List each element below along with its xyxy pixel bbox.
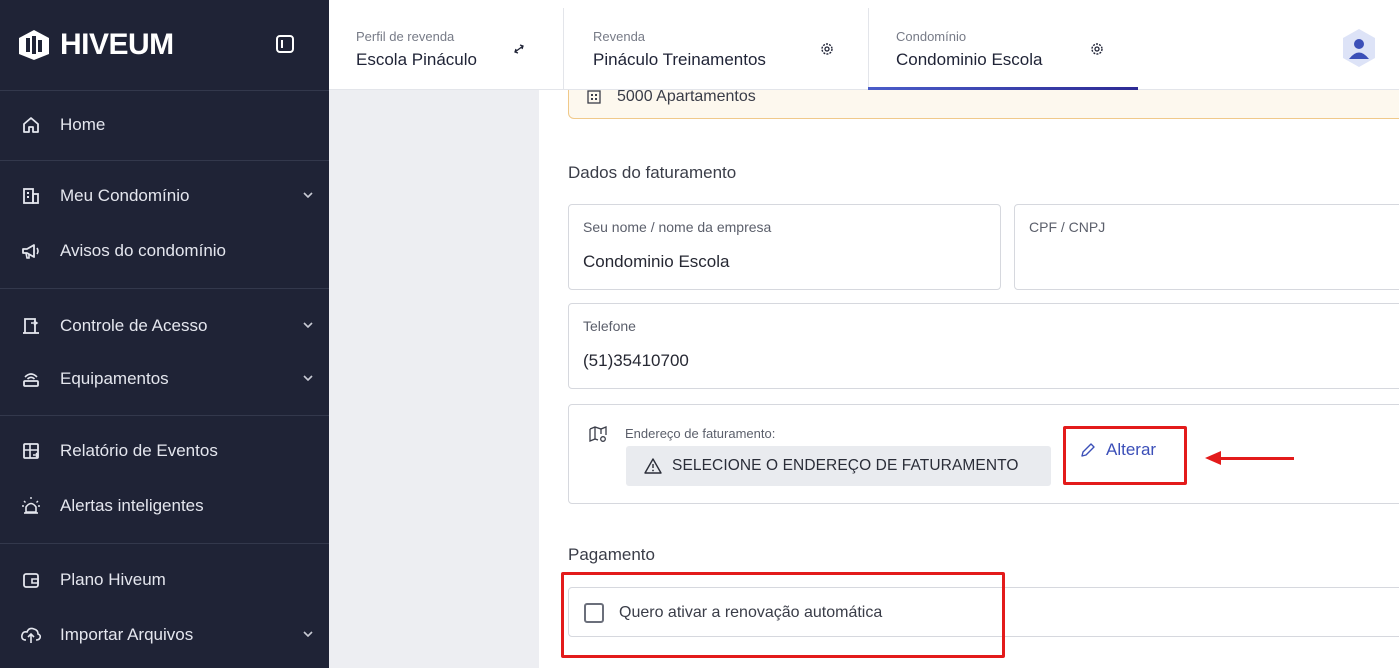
sidebar-item-label: Equipamentos xyxy=(60,369,169,388)
swap-icon[interactable] xyxy=(512,42,526,56)
topbar: Perfil de revenda Escola Pináculo Revend… xyxy=(329,0,1399,90)
sidebar-item-label: Home xyxy=(60,115,106,134)
sidebar-item-importar[interactable]: Importar Arquivos xyxy=(0,615,329,655)
tab-value: Escola Pináculo xyxy=(356,50,477,69)
router-icon xyxy=(20,368,42,390)
home-icon xyxy=(20,114,42,136)
tab-caption: Condomínio xyxy=(896,29,967,44)
sidebar-item-label: Meu Condomínio xyxy=(60,186,190,205)
chevron-down-icon xyxy=(301,318,315,332)
field-label: Seu nome / nome da empresa xyxy=(583,219,772,235)
sidebar-item-relatorio-eventos[interactable]: Relatório de Eventos xyxy=(0,431,329,471)
tab-caption: Perfil de revenda xyxy=(356,29,455,44)
address-placeholder-text: SELECIONE O ENDEREÇO DE FATURAMENTO xyxy=(672,457,1019,474)
cpf-cnpj-field[interactable]: CPF / CNPJ xyxy=(1014,204,1399,290)
apartments-banner: 5000 Apartamentos xyxy=(568,90,1399,119)
highlight-box-payment xyxy=(561,572,1005,658)
map-pin-icon xyxy=(588,425,608,445)
sidebar: HIVEUM Home Meu Condomínio Avisos do con… xyxy=(0,0,329,668)
sidebar-item-alertas[interactable]: Alertas inteligentes xyxy=(0,486,329,526)
address-label: Endereço de faturamento: xyxy=(625,426,776,441)
sidebar-item-label: Avisos do condomínio xyxy=(60,241,227,260)
warning-icon xyxy=(644,458,662,474)
tab-value: Pináculo Treinamentos xyxy=(593,50,766,69)
alarm-light-icon xyxy=(20,495,42,517)
sidebar-item-label: Alertas inteligentes xyxy=(60,496,204,515)
tab-revenda[interactable]: Revenda Pináculo Treinamentos xyxy=(564,0,868,90)
tab-perfil-revenda[interactable]: Perfil de revenda Escola Pináculo xyxy=(329,0,563,90)
phone-field[interactable]: Telefone (51)35410700 xyxy=(568,303,1399,389)
highlight-box-alterar xyxy=(1063,426,1187,485)
chevron-down-icon xyxy=(301,371,315,385)
sidebar-item-avisos[interactable]: Avisos do condomínio xyxy=(0,231,329,271)
address-placeholder-chip: SELECIONE O ENDEREÇO DE FATURAMENTO xyxy=(626,446,1051,486)
divider xyxy=(0,160,329,161)
brand-name: HIVEUM xyxy=(60,28,174,61)
sidebar-item-controle-acesso[interactable]: Controle de Acesso xyxy=(0,306,329,346)
sidebar-item-home[interactable]: Home xyxy=(0,105,329,145)
cloud-upload-icon xyxy=(20,624,42,646)
tab-caption: Revenda xyxy=(593,29,646,44)
user-avatar[interactable] xyxy=(1341,28,1377,68)
chevron-down-icon xyxy=(301,188,315,202)
sidebar-item-label: Relatório de Eventos xyxy=(60,441,218,460)
side-panel-background xyxy=(329,90,539,668)
field-label: CPF / CNPJ xyxy=(1029,219,1106,235)
sidebar-item-equipamentos[interactable]: Equipamentos xyxy=(0,359,329,399)
gear-icon[interactable] xyxy=(820,42,834,56)
divider xyxy=(0,288,329,289)
billing-section-title: Dados do faturamento xyxy=(568,163,737,182)
gear-icon[interactable] xyxy=(1090,42,1104,56)
field-value: Condominio Escola xyxy=(583,252,730,271)
brand: HIVEUM xyxy=(0,0,329,90)
apartments-count: 5000 Apartamentos xyxy=(617,90,756,105)
wallet-icon xyxy=(20,569,42,591)
annotation-arrow xyxy=(1220,457,1294,460)
hiveum-logo-icon xyxy=(19,30,49,60)
building-small-icon xyxy=(587,90,601,104)
payment-section-title: Pagamento xyxy=(568,545,655,564)
app-window: HIVEUM Home Meu Condomínio Avisos do con… xyxy=(0,0,1399,668)
divider xyxy=(0,415,329,416)
megaphone-icon xyxy=(20,240,42,262)
annotation-arrow-head xyxy=(1205,451,1221,465)
building-icon xyxy=(20,185,42,207)
collapse-sidebar-button[interactable] xyxy=(276,35,294,53)
avatar-icon xyxy=(1343,29,1375,67)
tab-value: Condominio Escola xyxy=(896,50,1043,69)
sidebar-item-label: Plano Hiveum xyxy=(60,570,166,589)
tab-condominio[interactable]: Condomínio Condominio Escola xyxy=(869,0,1139,90)
sidebar-item-label: Importar Arquivos xyxy=(60,625,194,644)
brand-logo[interactable]: HIVEUM xyxy=(16,28,174,62)
sidebar-item-plano[interactable]: Plano Hiveum xyxy=(0,560,329,600)
field-label: Telefone xyxy=(583,318,636,334)
door-icon xyxy=(20,315,42,337)
sidebar-item-label: Controle de Acesso xyxy=(60,316,208,335)
chevron-down-icon xyxy=(301,627,315,641)
main-content: 5000 Apartamentos Dados do faturamento S… xyxy=(539,90,1399,668)
company-name-field[interactable]: Seu nome / nome da empresa Condominio Es… xyxy=(568,204,1001,290)
field-value: (51)35410700 xyxy=(583,351,689,370)
billing-address-box: Endereço de faturamento: SELECIONE O END… xyxy=(568,404,1399,504)
sidebar-item-meu-condominio[interactable]: Meu Condomínio xyxy=(0,176,329,216)
report-icon xyxy=(20,440,42,462)
divider xyxy=(0,90,329,91)
divider xyxy=(0,543,329,544)
